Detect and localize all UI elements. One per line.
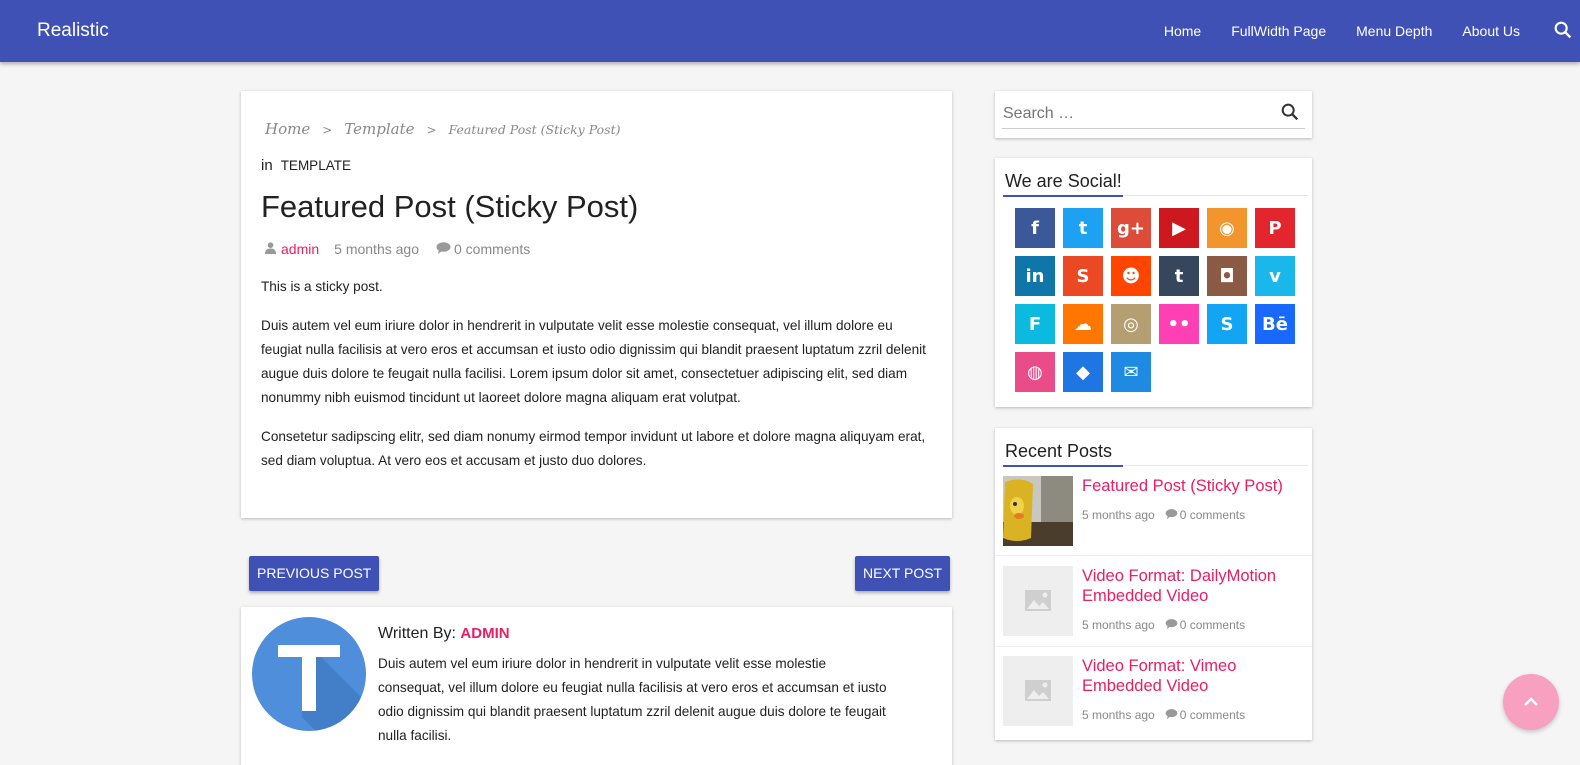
post-author-link[interactable]: admin	[281, 241, 319, 257]
user-icon	[265, 241, 276, 257]
facebook-icon[interactable]: f	[1015, 208, 1055, 248]
comment-icon	[436, 241, 454, 257]
recent-post-meta: 5 months ago 0 comments	[1082, 708, 1245, 722]
recent-post-item[interactable]: Featured Post (Sticky Post) 5 months ago…	[1003, 476, 1308, 566]
search-icon[interactable]	[1552, 19, 1574, 46]
post-paragraph: Duis autem vel eum iriure dolor in hendr…	[261, 318, 926, 405]
post-category: in TEMPLATE	[261, 157, 351, 174]
comment-icon	[1165, 708, 1180, 722]
breadcrumb: Home > Template > Featured Post (Sticky …	[265, 120, 620, 138]
github-icon[interactable]: ◎	[1111, 304, 1151, 344]
category-link[interactable]: TEMPLATE	[281, 158, 351, 173]
written-by: Written By: ADMIN	[378, 625, 510, 643]
linkedin-icon[interactable]: in	[1015, 256, 1055, 296]
twitter-icon[interactable]: t	[1063, 208, 1103, 248]
social-icons-grid: f t g+ ▶ ◉ Pin S ☻ t ◘ v F ☁ ◎ •• S Bē ◍ ◆ ✉	[1015, 208, 1305, 400]
stumbleupon-icon[interactable]: S	[1063, 256, 1103, 296]
recent-post-thumbnail[interactable]	[1003, 476, 1073, 546]
recent-post-date: 5 months ago	[1082, 618, 1155, 632]
breadcrumb-current: Featured Post (Sticky Post)	[448, 122, 621, 137]
post-comments[interactable]: 0 comments	[436, 241, 530, 257]
next-post-button[interactable]: NEXT POST	[855, 556, 951, 591]
social-widget-title: We are Social!	[1005, 171, 1122, 191]
widget-divider	[1003, 465, 1308, 467]
foursquare-icon[interactable]: F	[1015, 304, 1055, 344]
author-bio: Duis autem vel eum iriure dolor in hendr…	[378, 656, 887, 743]
search-underline	[1002, 128, 1305, 129]
post-body: This is a sticky post. Duis autem vel eu…	[261, 275, 929, 488]
widget-divider	[1003, 195, 1308, 197]
recent-post-date: 5 months ago	[1082, 508, 1155, 522]
post-card: Home > Template > Featured Post (Sticky …	[241, 91, 952, 518]
dribbble-icon[interactable]: ◍	[1015, 352, 1055, 392]
recent-posts-title: Recent Posts	[1005, 441, 1113, 461]
recent-post-item[interactable]: Video Format: DailyMotion Embedded Video…	[1003, 566, 1308, 656]
scroll-to-top-button[interactable]	[1503, 674, 1559, 730]
list-divider	[995, 555, 1312, 556]
recent-posts-widget: Recent Posts Featured Post (Sticky Post)…	[995, 428, 1312, 740]
soundcloud-icon[interactable]: ☁	[1063, 304, 1103, 344]
recent-post-title[interactable]: Video Format: Vimeo Embedded Video	[1082, 656, 1302, 696]
list-divider	[995, 646, 1312, 647]
main-nav: Home FullWidth Page Menu Depth About Us	[1134, 0, 1572, 62]
comment-icon	[1165, 618, 1180, 632]
recent-post-comments[interactable]: 0 comments	[1180, 618, 1245, 632]
image-placeholder-icon[interactable]	[1003, 656, 1073, 726]
recent-post-date: 5 months ago	[1082, 708, 1155, 722]
post-title: Featured Post (Sticky Post)	[261, 189, 639, 224]
avatar	[252, 617, 366, 731]
recent-post-item[interactable]: Video Format: Vimeo Embedded Video 5 mon…	[1003, 656, 1308, 746]
pinterest-icon[interactable]: P	[1255, 208, 1295, 248]
tumblr-icon[interactable]: t	[1159, 256, 1199, 296]
recent-post-comments[interactable]: 0 comments	[1180, 708, 1245, 722]
skype-icon[interactable]: S	[1207, 304, 1247, 344]
instagram-icon[interactable]: ◘	[1207, 256, 1247, 296]
breadcrumb-separator: >	[322, 123, 333, 137]
top-navbar: Realistic Home FullWidth Page Menu Depth…	[0, 0, 1580, 62]
previous-post-button[interactable]: PREVIOUS POST	[249, 556, 380, 591]
post-paragraph: This is a sticky post.	[261, 279, 383, 294]
recent-post-comments[interactable]: 0 comments	[1180, 508, 1245, 522]
post-meta: admin 5 months ago 0 comments	[265, 241, 530, 257]
rss-icon[interactable]: ◉	[1207, 208, 1247, 248]
nav-fullwidth-page[interactable]: FullWidth Page	[1231, 23, 1326, 39]
vimeo-icon[interactable]: v	[1255, 256, 1295, 296]
author-box: Written By: ADMIN Duis autem vel eum iri…	[241, 607, 952, 765]
category-prefix: in	[261, 157, 273, 174]
breadcrumb-separator: >	[426, 123, 437, 137]
author-name-link[interactable]: ADMIN	[460, 625, 509, 642]
dropbox-icon[interactable]: ◆	[1063, 352, 1103, 392]
chevron-up-icon	[1524, 697, 1538, 706]
search-widget: Search …	[995, 91, 1312, 138]
social-widget: We are Social! f t g+ ▶ ◉ Pin S ☻ t ◘ v F ☁ ◎ •• S Bē ◍ ◆ ✉	[995, 158, 1312, 407]
search-input[interactable]: Search …	[1003, 105, 1074, 123]
site-brand[interactable]: Realistic	[37, 20, 109, 42]
written-by-label: Written By:	[378, 625, 456, 642]
recent-post-meta: 5 months ago 0 comments	[1082, 508, 1245, 522]
breadcrumb-home[interactable]: Home	[265, 120, 310, 138]
comment-icon	[1165, 508, 1180, 522]
email-icon[interactable]: ✉	[1111, 352, 1151, 392]
search-submit-icon[interactable]	[1279, 101, 1301, 128]
breadcrumb-template[interactable]: Template	[344, 120, 414, 138]
nav-about-us[interactable]: About Us	[1462, 23, 1520, 39]
nav-home[interactable]: Home	[1164, 23, 1201, 39]
behance-icon[interactable]: Bē	[1255, 304, 1295, 344]
nav-menu-depth[interactable]: Menu Depth	[1356, 23, 1432, 39]
post-date: 5 months ago	[334, 241, 419, 257]
image-placeholder-icon[interactable]	[1003, 566, 1073, 636]
comments-count: 0 comments	[453, 241, 531, 257]
recent-post-title[interactable]: Featured Post (Sticky Post)	[1082, 476, 1302, 496]
reddit-icon[interactable]: ☻	[1111, 256, 1151, 296]
recent-post-title[interactable]: Video Format: DailyMotion Embedded Video	[1082, 566, 1302, 606]
post-paragraph: Consetetur sadipscing elitr, sed diam no…	[261, 429, 926, 468]
google-plus-icon[interactable]: g+	[1111, 208, 1151, 248]
flickr-icon[interactable]: ••	[1159, 304, 1199, 344]
recent-post-meta: 5 months ago 0 comments	[1082, 618, 1245, 632]
youtube-icon[interactable]: ▶	[1159, 208, 1199, 248]
